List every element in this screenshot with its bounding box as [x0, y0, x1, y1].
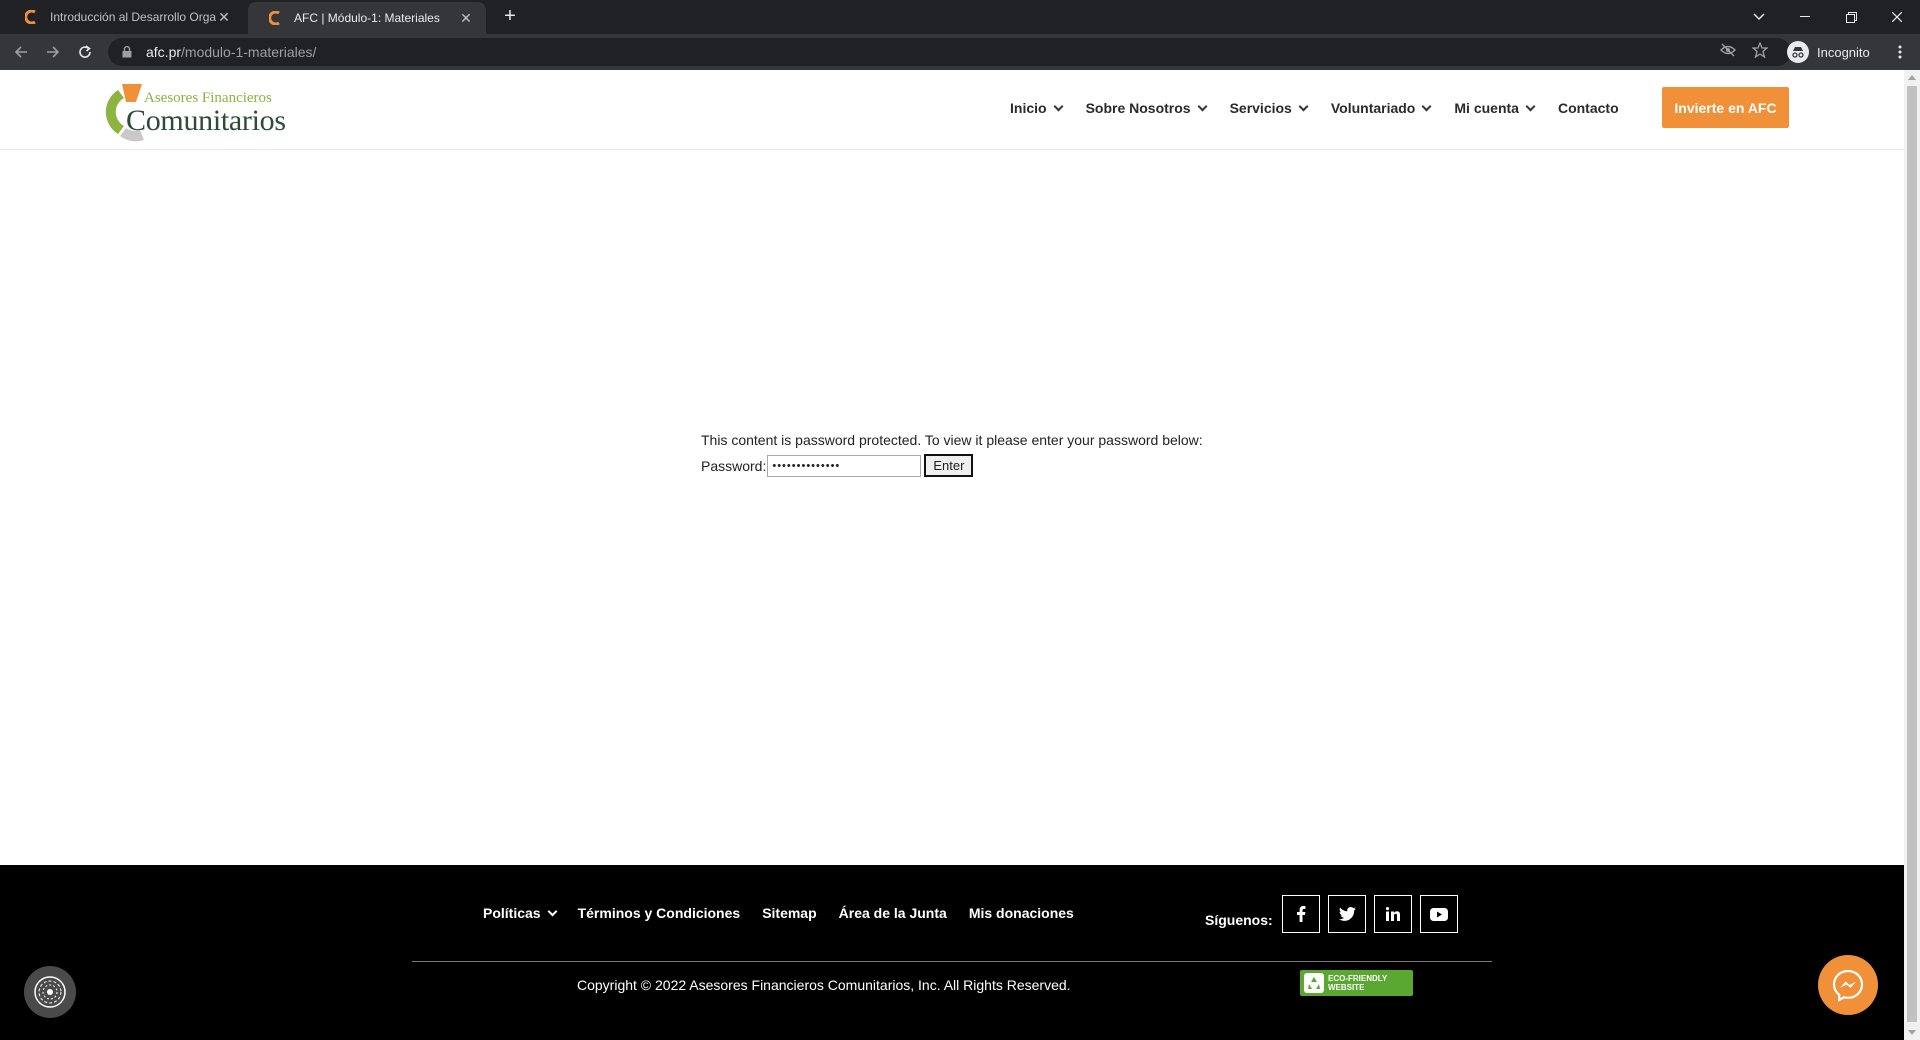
- chevron-down-icon: [1525, 101, 1536, 111]
- page-scrollbar[interactable]: [1904, 70, 1920, 1040]
- password-protected-message: This content is password protected. To v…: [701, 432, 1203, 448]
- nav-item-label: Inicio: [1010, 100, 1047, 116]
- browser-tab-1[interactable]: Introducción al Desarrollo Organizaciona…: [4, 0, 244, 34]
- messenger-icon: [1832, 969, 1864, 1002]
- facebook-icon[interactable]: [1282, 895, 1320, 933]
- password-form: Password: •••••••••••••• Enter: [701, 454, 974, 477]
- incognito-icon: [1787, 41, 1809, 63]
- chevron-down-icon: [1421, 101, 1432, 111]
- scrollbar-thumb[interactable]: [1907, 86, 1917, 1022]
- bookmark-star-icon[interactable]: [1748, 38, 1772, 62]
- main-nav: Inicio Sobre Nosotros Servicios Voluntar…: [1010, 88, 1643, 128]
- chevron-down-icon: [547, 906, 558, 916]
- enter-button[interactable]: Enter: [924, 454, 974, 477]
- chevron-down-icon: [1298, 101, 1309, 111]
- footer-item-sitemap[interactable]: Sitemap: [762, 905, 816, 921]
- eco-badge-line-1: ECO-FRIENDLY: [1328, 974, 1388, 983]
- password-label: Password:: [701, 457, 767, 474]
- site-header: Asesores Financieros Comunitarios Inicio…: [0, 70, 1904, 150]
- footer-item-politicas[interactable]: Políticas: [483, 905, 558, 921]
- close-tab-icon[interactable]: ✕: [458, 10, 474, 27]
- lock-icon[interactable]: [122, 45, 136, 59]
- nav-item-label: Servicios: [1229, 100, 1292, 116]
- browser-toolbar: afc.pr/modulo-1-materiales/ Incognito: [0, 34, 1920, 70]
- url-path: /modulo-1-materiales/: [181, 44, 317, 60]
- browser-tabstrip: Introducción al Desarrollo Organizaciona…: [0, 0, 1920, 34]
- nav-item-contacto[interactable]: Contacto: [1558, 100, 1619, 116]
- linkedin-icon[interactable]: [1374, 895, 1412, 933]
- footer-item-mis-donaciones[interactable]: Mis donaciones: [969, 905, 1074, 921]
- nav-item-label: Contacto: [1557, 100, 1619, 116]
- footer-item-label: Políticas: [483, 905, 541, 921]
- restore-icon[interactable]: [1828, 0, 1874, 34]
- eco-badge-line-2: WEBSITE: [1328, 983, 1365, 992]
- incognito-indicator[interactable]: Incognito: [1787, 39, 1870, 65]
- site-logo[interactable]: Asesores Financieros Comunitarios: [104, 80, 286, 144]
- close-tab-icon[interactable]: ✕: [216, 9, 232, 26]
- youtube-icon[interactable]: [1420, 895, 1458, 933]
- copyright-text: Copyright © 2022 Asesores Financieros Co…: [577, 977, 1071, 993]
- eco-friendly-badge[interactable]: ECO-FRIENDLY WEBSITE: [1300, 970, 1413, 996]
- footer-item-area-junta[interactable]: Área de la Junta: [839, 905, 947, 921]
- scroll-up-icon[interactable]: [1908, 75, 1916, 80]
- browser-menu-icon[interactable]: [1888, 40, 1912, 64]
- eco-badge-text: ECO-FRIENDLY WEBSITE: [1328, 974, 1387, 992]
- browser-tab-2[interactable]: AFC | Módulo-1: Materiales ✕: [248, 2, 486, 34]
- logo-line-2: Comunitarios: [126, 104, 286, 137]
- profile-label: Incognito: [1817, 44, 1870, 60]
- footer-divider: [412, 961, 1492, 962]
- site-favicon-icon: [24, 9, 40, 25]
- tab-title: Introducción al Desarrollo Organizaciona…: [50, 10, 216, 24]
- eye-off-icon[interactable]: [1716, 38, 1740, 62]
- page-viewport: Asesores Financieros Comunitarios Inicio…: [0, 70, 1904, 1040]
- twitter-icon[interactable]: [1328, 895, 1366, 933]
- reload-icon[interactable]: [73, 40, 97, 64]
- recycle-icon: [1304, 973, 1324, 993]
- follow-label: Síguenos:: [1205, 912, 1273, 928]
- nav-item-voluntariado[interactable]: Voluntariado: [1330, 100, 1432, 116]
- chevron-down-icon: [1197, 101, 1208, 111]
- site-favicon-icon: [268, 10, 284, 26]
- nav-item-label: Mi cuenta: [1454, 100, 1519, 116]
- nav-item-servicios[interactable]: Servicios: [1229, 100, 1309, 116]
- back-icon[interactable]: [9, 40, 33, 64]
- nav-item-inicio[interactable]: Inicio: [1010, 100, 1064, 116]
- nav-item-mi-cuenta[interactable]: Mi cuenta: [1454, 100, 1536, 116]
- new-tab-icon[interactable]: +: [498, 5, 522, 29]
- site-footer: Políticas Términos y Condiciones Sitemap…: [0, 865, 1904, 1040]
- minimize-icon[interactable]: [1782, 0, 1828, 34]
- forward-icon[interactable]: [41, 40, 65, 64]
- nav-item-label: Voluntariado: [1330, 100, 1416, 116]
- nav-item-sobre-nosotros[interactable]: Sobre Nosotros: [1085, 100, 1208, 116]
- messenger-chat-button[interactable]: [1818, 955, 1878, 1015]
- tab-search-icon[interactable]: [1736, 0, 1782, 34]
- tab-title: AFC | Módulo-1: Materiales: [294, 11, 440, 25]
- password-input[interactable]: ••••••••••••••: [767, 454, 922, 477]
- invest-cta-button[interactable]: Invierte en AFC: [1662, 87, 1789, 128]
- footer-item-terminos[interactable]: Términos y Condiciones: [578, 905, 741, 921]
- accessibility-widget-icon[interactable]: [24, 966, 76, 1018]
- footer-nav: Políticas Términos y Condiciones Sitemap…: [483, 905, 1096, 921]
- scroll-down-icon[interactable]: [1908, 1030, 1916, 1035]
- chevron-down-icon: [1053, 101, 1064, 111]
- url-host: afc.pr: [146, 44, 182, 60]
- nav-item-label: Sobre Nosotros: [1085, 100, 1191, 116]
- address-bar[interactable]: afc.pr/modulo-1-materiales/: [108, 38, 1791, 66]
- close-window-icon[interactable]: [1874, 0, 1920, 34]
